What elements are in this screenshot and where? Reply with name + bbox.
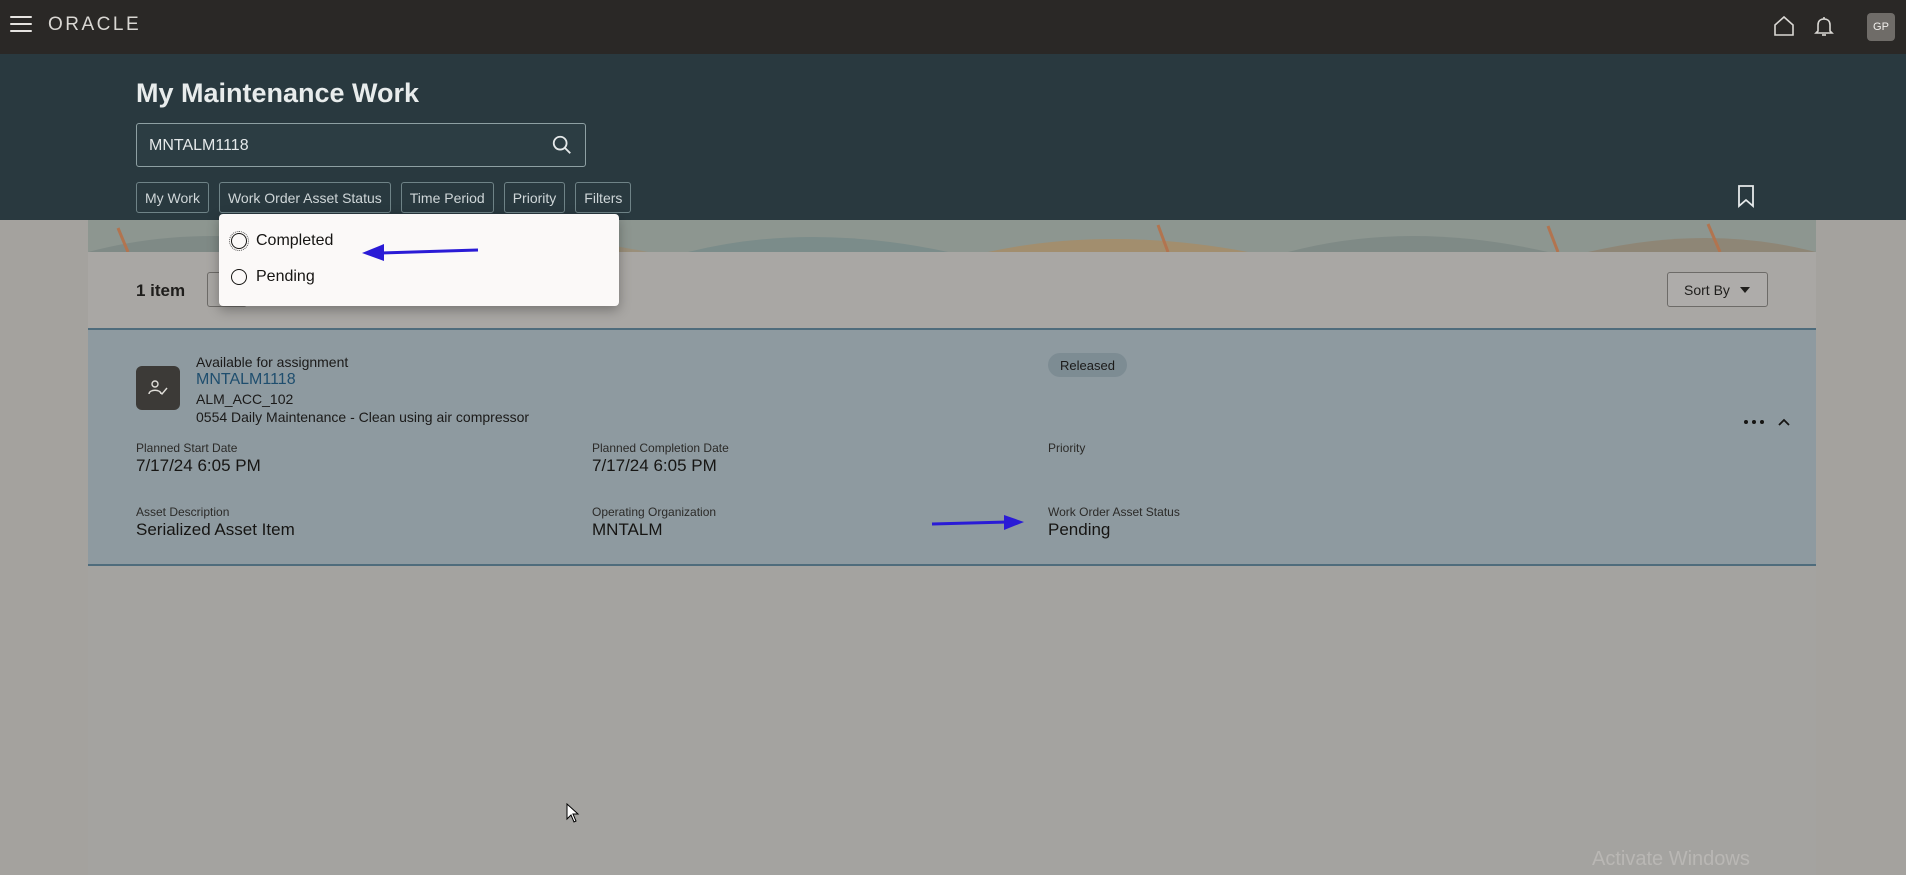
assignment-status: Available for assignment [196, 354, 349, 370]
chip-time-period[interactable]: Time Period [400, 182, 494, 213]
planned-start-label: Planned Start Date [136, 441, 238, 455]
user-avatar-button[interactable]: GP [1867, 13, 1895, 41]
activate-windows-watermark: Activate Windows [1592, 848, 1750, 870]
more-options-icon[interactable] [1742, 410, 1766, 434]
radio-button-completed[interactable] [229, 231, 249, 251]
asset-status-value: Pending [1048, 520, 1111, 539]
priority-label: Priority [1048, 441, 1086, 455]
sort-by-label: Sort By [1684, 281, 1730, 298]
option-pending[interactable]: Pending [231, 268, 315, 286]
planned-start-value: 7/17/24 6:05 PM [136, 456, 261, 475]
menu-icon[interactable] [10, 16, 32, 34]
mouse-cursor-icon [566, 803, 580, 823]
chevron-down-icon [1739, 286, 1750, 293]
radio-button-pending[interactable] [231, 269, 247, 285]
person-check-icon [148, 380, 168, 396]
search-icon[interactable] [551, 134, 573, 156]
search-value: MNTALM1118 [149, 137, 249, 154]
annotation-arrow-left [362, 244, 479, 261]
item-count: 1 item [136, 281, 186, 300]
chip-work-order-asset-status[interactable]: Work Order Asset Status [218, 182, 391, 213]
option-pending-label: Pending [256, 268, 315, 285]
status-badge: Released [1048, 353, 1127, 377]
work-order-avatar [136, 366, 180, 410]
filter-chips: My Work Work Order Asset Status Time Per… [136, 182, 632, 213]
planned-completion-label: Planned Completion Date [592, 441, 729, 455]
notifications-bell-icon[interactable] [1812, 14, 1836, 38]
chip-filters[interactable]: Filters [575, 182, 632, 213]
chevron-up-icon[interactable] [1776, 412, 1792, 432]
work-order-description: 0554 Daily Maintenance - Clean using air… [196, 409, 530, 425]
sort-by-button[interactable]: Sort By [1667, 272, 1768, 307]
annotation-arrow-right [931, 515, 1024, 530]
asset-description-label: Asset Description [136, 505, 230, 519]
asset-status-label: Work Order Asset Status [1048, 505, 1180, 519]
operating-org-value: MNTALM [592, 520, 663, 539]
chip-my-work[interactable]: My Work [136, 182, 209, 213]
option-completed-label: Completed [256, 232, 334, 249]
page-title: My Maintenance Work [136, 78, 420, 108]
operating-org-label: Operating Organization [592, 505, 717, 519]
asset-number: ALM_ACC_102 [196, 391, 294, 407]
chip-priority[interactable]: Priority [503, 182, 566, 213]
search-input[interactable]: MNTALM1118 [136, 123, 586, 167]
option-completed[interactable]: Completed [229, 231, 334, 251]
home-icon[interactable] [1772, 14, 1796, 38]
top-bar: ORACLE GP [0, 0, 1906, 54]
work-order-number-link[interactable]: MNTALM1118 [196, 371, 296, 389]
bookmark-icon[interactable] [1736, 184, 1756, 208]
asset-description-value: Serialized Asset Item [136, 520, 295, 539]
planned-completion-value: 7/17/24 6:05 PM [592, 456, 717, 475]
oracle-logo: ORACLE [48, 14, 142, 35]
